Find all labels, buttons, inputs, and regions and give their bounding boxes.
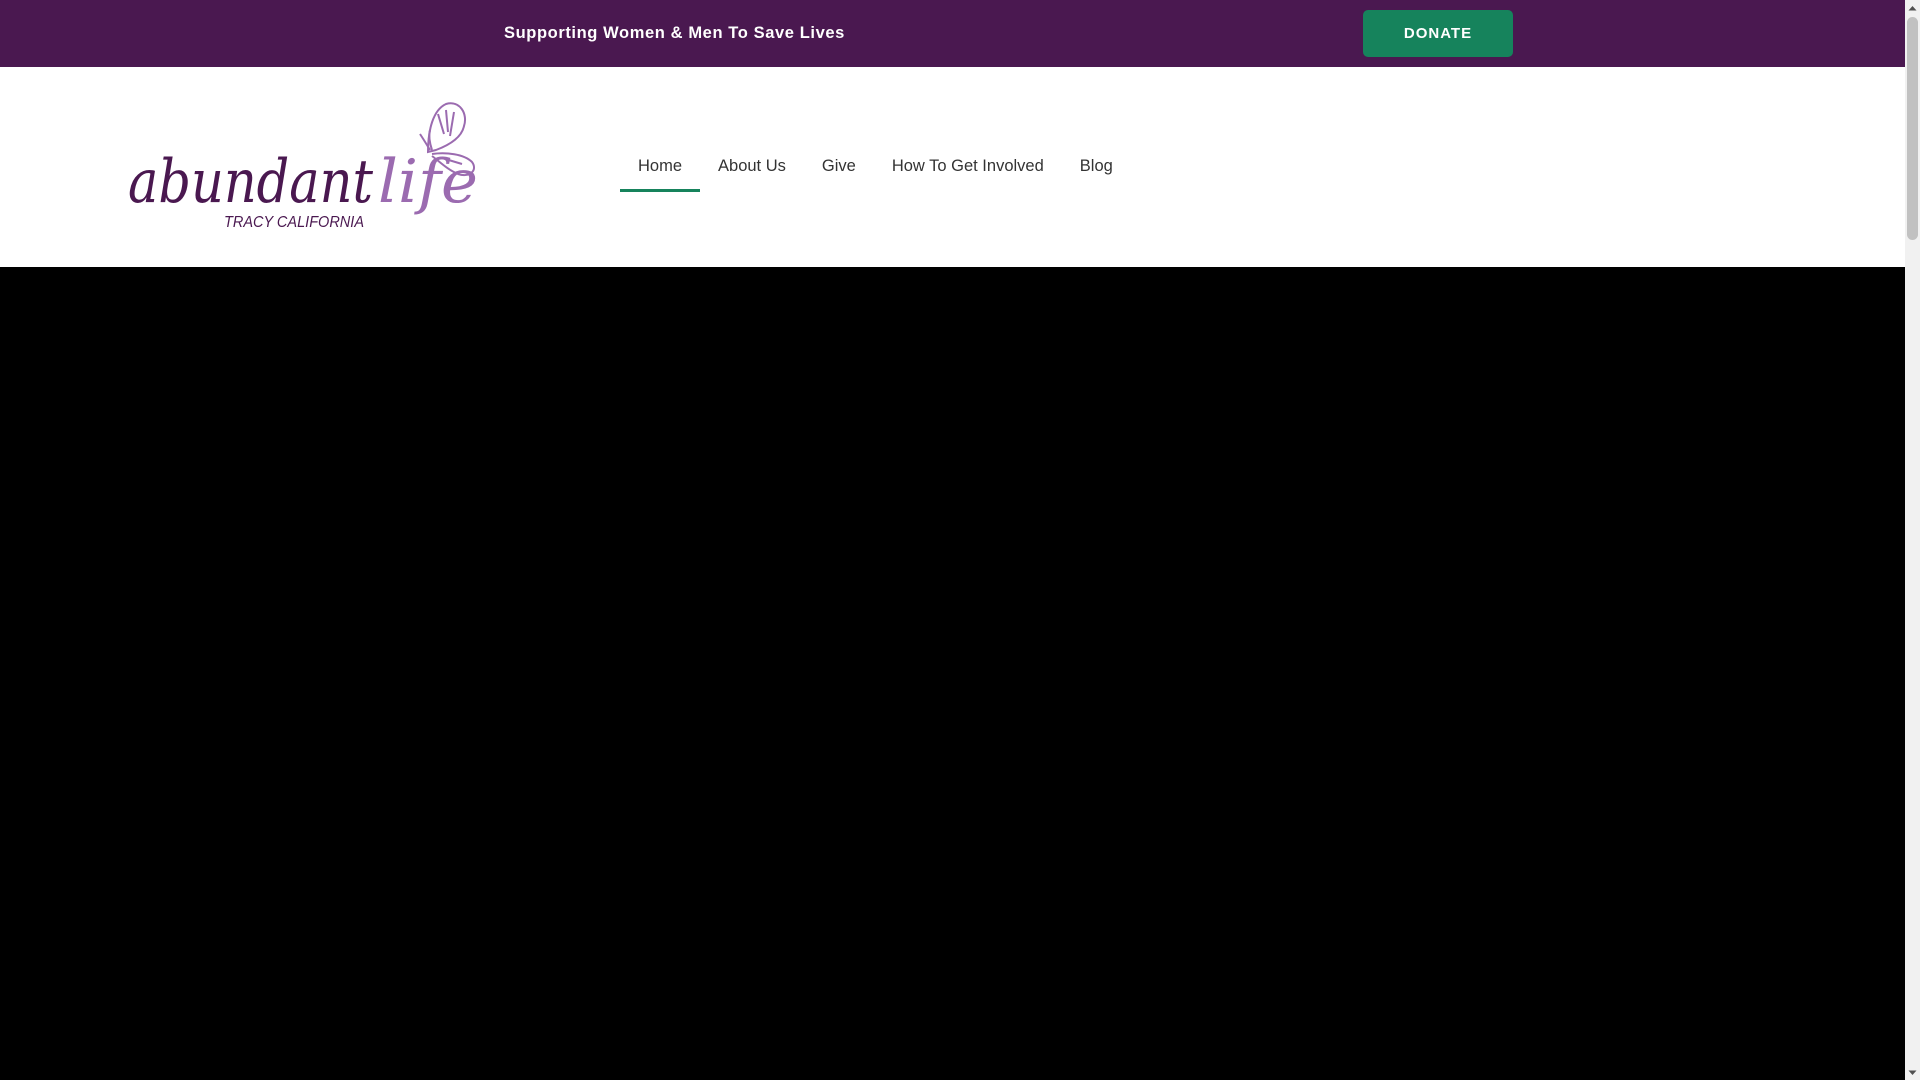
main-nav: Home About Us Give How To Get Involved B… — [620, 148, 1131, 192]
top-bar: Supporting Women & Men To Save Lives DON… — [0, 0, 1905, 67]
nav-item-label: Blog — [1079, 157, 1113, 175]
nav-item-label: How To Get Involved — [891, 157, 1044, 175]
nav-item-how-to-get-involved[interactable]: How To Get Involved — [874, 148, 1062, 192]
nav-item-give[interactable]: Give — [804, 148, 874, 192]
logo-subtitle: TRACY CALIFORNIA — [224, 214, 364, 231]
logo-word-accent: life — [378, 147, 478, 217]
nav-item-label: Give — [821, 157, 856, 175]
vertical-scrollbar[interactable] — [1905, 0, 1920, 1080]
nav-item-home[interactable]: Home — [620, 148, 701, 192]
hero-video-area[interactable] — [0, 267, 1905, 1080]
page: Supporting Women & Men To Save Lives DON… — [0, 0, 1905, 1080]
chevron-down-icon[interactable] — [1905, 1065, 1920, 1080]
site-logo[interactable]: abundant life TRACY CALIFORNIA — [128, 100, 480, 235]
chevron-up-icon[interactable] — [1905, 0, 1920, 15]
nav-item-about-us[interactable]: About Us — [700, 148, 804, 192]
scrollbar-thumb[interactable] — [1907, 17, 1918, 240]
donate-button[interactable]: DONATE — [1363, 10, 1513, 57]
nav-item-label: About Us — [718, 157, 786, 175]
nav-item-blog[interactable]: Blog — [1062, 148, 1131, 192]
tagline: Supporting Women & Men To Save Lives — [504, 24, 845, 42]
nav-item-label: Home — [638, 157, 683, 175]
logo-word-main: abundant — [128, 147, 374, 217]
